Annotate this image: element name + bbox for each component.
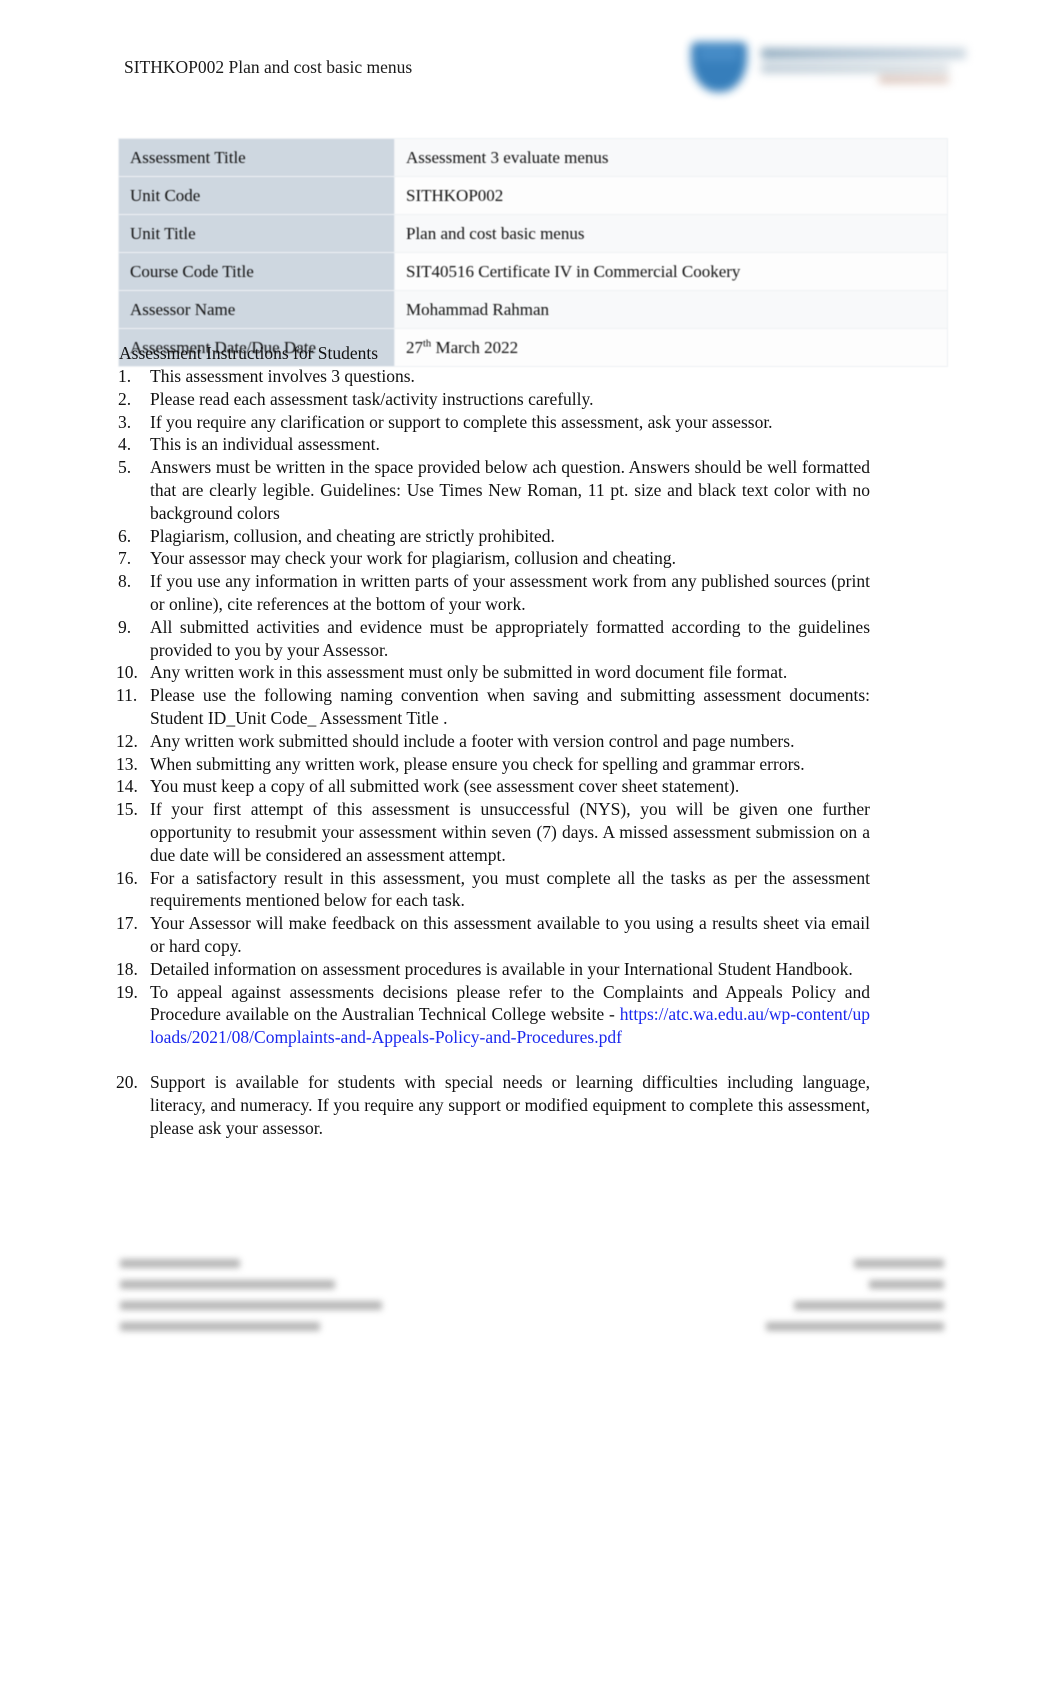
document-page: SITHKOP002 Plan and cost basic menus Ass… xyxy=(0,0,1062,1691)
list-item-number: 18. xyxy=(116,958,138,979)
row-value: Mohammad Rahman xyxy=(394,290,948,329)
row-label: Course Code Title xyxy=(118,252,395,291)
footer-line xyxy=(120,1280,335,1289)
footer-line xyxy=(869,1280,944,1289)
list-item-number: 7. xyxy=(118,548,132,569)
table-row: Unit Title Plan and cost basic menus xyxy=(118,214,948,253)
list-item: 3. If you require any clarification or su… xyxy=(118,411,870,434)
page-footer xyxy=(118,1255,948,1360)
row-label: Assessment Title xyxy=(118,138,395,177)
list-item-number: 14. xyxy=(116,776,138,797)
row-label: Assessor Name xyxy=(118,290,395,329)
list-item-text: If you require any clarification or supp… xyxy=(150,411,773,432)
list-item: 10. Any written work in this assessment m… xyxy=(116,661,870,684)
list-item-text: Any written work submitted should includ… xyxy=(150,730,795,751)
list-item-number: 20. xyxy=(116,1071,138,1092)
logo-text-line-2 xyxy=(761,64,949,73)
row-value: Assessment 3 evaluate menus xyxy=(394,138,948,177)
list-item: 14. You must keep a copy of all submitted… xyxy=(116,775,870,798)
list-item: 4. This is an individual assessment. xyxy=(118,433,870,456)
list-item-text: This is an individual assessment. xyxy=(150,434,380,455)
list-item-text: Detailed information on assessment proce… xyxy=(150,958,853,979)
list-item-number: 8. xyxy=(118,571,132,592)
list-item: 17. Your Assessor will make feedback on t… xyxy=(116,912,870,958)
assessment-info-table: Assessment Title Assessment 3 evaluate m… xyxy=(118,138,948,367)
list-item: 12. Any written work submitted should inc… xyxy=(116,730,870,753)
table-row: Assessment Title Assessment 3 evaluate m… xyxy=(118,138,948,177)
list-item-text: Your assessor may check your work for pl… xyxy=(150,548,677,569)
table-row: Assessor Name Mohammad Rahman xyxy=(118,290,948,329)
list-item-number: 9. xyxy=(118,616,132,637)
college-logo xyxy=(683,38,975,93)
list-item-number: 2. xyxy=(118,388,132,409)
list-item-number: 16. xyxy=(116,867,138,888)
row-label: Unit Title xyxy=(118,214,395,253)
list-item: 19. To appeal against assessments decisio… xyxy=(116,981,870,1049)
list-item-number: 15. xyxy=(116,799,138,820)
list-item: 6. Plagiarism, collusion, and cheating ar… xyxy=(118,525,870,548)
row-value: Plan and cost basic menus xyxy=(394,214,948,253)
list-item-number: 10. xyxy=(116,662,138,683)
list-item-text: Plagiarism, collusion, and cheating are … xyxy=(150,525,555,546)
list-item: 13. When submitting any written work, ple… xyxy=(116,753,870,776)
row-value: SITHKOP002 xyxy=(394,176,948,215)
instructions-block: Assessment Instructions for Students 1. T… xyxy=(116,342,870,1139)
list-item-number: 17. xyxy=(116,913,138,934)
list-item-text: This assessment involves 3 questions. xyxy=(150,366,415,386)
list-item-text: You must keep a copy of all submitted wo… xyxy=(150,776,740,797)
list-item: 20. Support is available for students wit… xyxy=(116,1071,870,1139)
list-item-text: For a satisfactory result in this assess… xyxy=(150,867,870,911)
row-label: Unit Code xyxy=(118,176,395,215)
list-item-number: 6. xyxy=(118,525,132,546)
footer-line xyxy=(766,1322,944,1331)
list-item: 9. All submitted activities and evidence … xyxy=(118,616,870,662)
list-item: 5. Answers must be written in the space p… xyxy=(118,456,870,524)
footer-right-column xyxy=(704,1259,944,1343)
list-item: 15. If your first attempt of this assessm… xyxy=(116,798,870,866)
list-item: 7. Your assessor may check your work for … xyxy=(118,547,870,570)
list-item-text: Your Assessor will make feedback on this… xyxy=(150,913,870,956)
shield-icon xyxy=(691,42,747,92)
list-item: 18. Detailed information on assessment pr… xyxy=(116,958,870,981)
list-item-number: 12. xyxy=(116,730,138,751)
list-item-text: Answers must be written in the space pro… xyxy=(150,457,870,523)
footer-left-column xyxy=(120,1259,450,1343)
footer-line xyxy=(794,1301,944,1310)
page-title: SITHKOP002 Plan and cost basic menus xyxy=(124,57,413,77)
footer-line xyxy=(120,1322,320,1331)
row-value: SIT40516 Certificate IV in Commercial Co… xyxy=(394,252,948,291)
footer-line xyxy=(120,1301,382,1310)
table-row: Unit Code SITHKOP002 xyxy=(118,176,948,215)
list-item: 8. If you use any information in written … xyxy=(118,570,870,616)
list-item-text: If your first attempt of this assessment… xyxy=(150,799,870,865)
instructions-list: 1. This assessment involves 3 questions. … xyxy=(116,365,870,1139)
list-spacer xyxy=(118,1049,870,1071)
table-row: Course Code Title SIT40516 Certificate I… xyxy=(118,252,948,291)
list-item-number: 4. xyxy=(118,434,132,455)
list-item-number: 13. xyxy=(116,753,138,774)
list-item-number: 11. xyxy=(116,685,138,706)
page-header: SITHKOP002 Plan and cost basic menus xyxy=(0,0,1062,110)
logo-text-line-3 xyxy=(879,76,949,83)
footer-line xyxy=(120,1259,240,1268)
list-item: 11. Please use the following naming conve… xyxy=(116,684,870,730)
list-item-text: Please read each assessment task/activit… xyxy=(150,388,594,409)
list-item-text: Please use the following naming conventi… xyxy=(150,685,870,728)
list-item-text: When submitting any written work, please… xyxy=(150,753,805,774)
list-item-text: Support is available for students with s… xyxy=(150,1071,870,1138)
list-item-number: 1. xyxy=(118,366,132,386)
footer-line xyxy=(854,1259,944,1268)
list-item-text: All submitted activities and evidence mu… xyxy=(150,616,870,660)
instructions-heading: Assessment Instructions for Students xyxy=(119,343,379,363)
list-item-number: 5. xyxy=(118,457,132,478)
logo-text-line-1 xyxy=(761,48,966,59)
list-item-text: If you use any information in written pa… xyxy=(150,571,870,614)
list-item-number: 3. xyxy=(118,411,132,432)
list-item-text: Any written work in this assessment must… xyxy=(150,662,788,683)
list-item: 2. Please read each assessment task/activ… xyxy=(118,388,870,411)
list-item: 1. This assessment involves 3 questions. xyxy=(118,365,870,388)
list-item: 16. For a satisfactory result in this ass… xyxy=(116,867,870,913)
list-item-number: 19. xyxy=(116,981,138,1002)
